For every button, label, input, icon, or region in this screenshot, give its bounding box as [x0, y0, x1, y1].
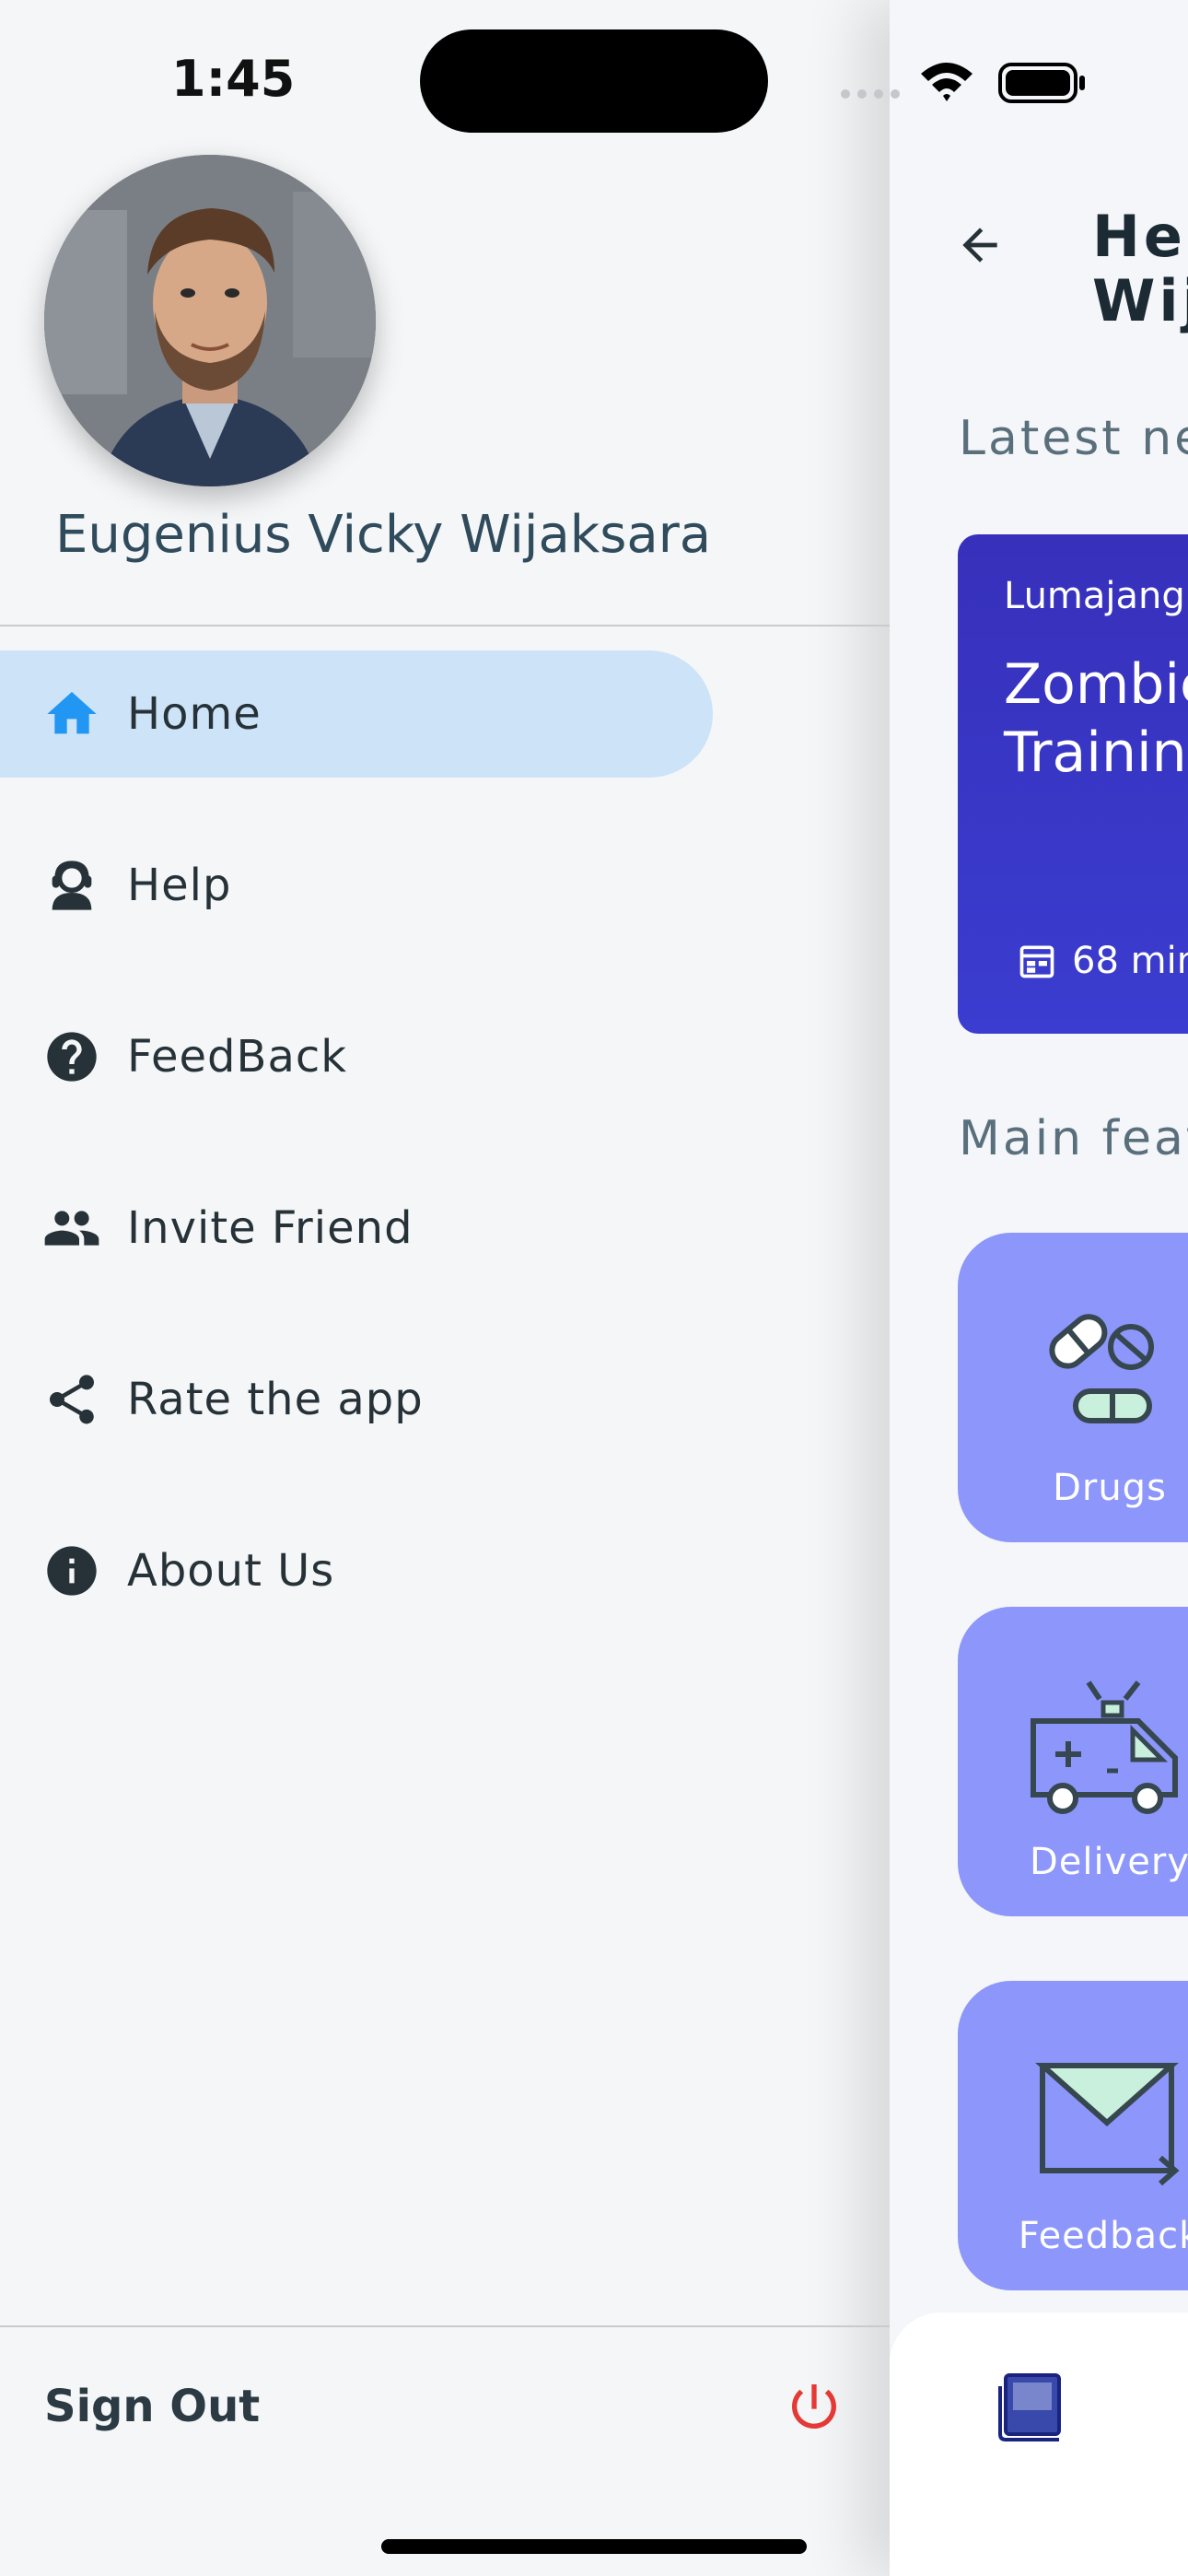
menu-label-home: Home [127, 688, 262, 740]
menu-item-feedback[interactable]: FeedBack [0, 993, 713, 1120]
help-circle-icon [47, 1032, 97, 1082]
navigation-drawer: Eugenius Vicky Wijaksara Home Help FeedB… [0, 0, 890, 2576]
menu-label-about-us: About Us [127, 1545, 335, 1597]
menu-label-invite-friend: Invite Friend [127, 1202, 413, 1254]
share-icon [50, 1375, 94, 1424]
home-indicator [381, 2539, 807, 2554]
menu-label-help: Help [127, 860, 232, 911]
drawer-divider-top [0, 625, 890, 626]
support-agent-icon [52, 861, 92, 910]
feature-card-delivery[interactable]: Delivery [958, 1607, 1188, 1916]
latest-news-heading: Latest ne [959, 411, 1188, 466]
feature-label-drugs: Drugs [1053, 1467, 1167, 1509]
calendar-icon [1019, 945, 1054, 978]
envelope-icon [1035, 2063, 1180, 2186]
bottom-navigation-bar [890, 2313, 1188, 2576]
battery-icon [998, 63, 1085, 103]
menu-item-help[interactable]: Help [0, 822, 713, 949]
news-meta: 68 min [1017, 940, 1188, 982]
menu-label-feedback: FeedBack [127, 1031, 348, 1083]
news-card[interactable]: Lumajang Zombie Training 68 min [958, 534, 1188, 1034]
main-features-heading: Main feat [959, 1111, 1188, 1166]
menu-item-rate-app[interactable]: Rate the app [0, 1336, 713, 1463]
user-name: Eugenius Vicky Wijaksara [55, 505, 712, 565]
home-screen: Hel Wij Latest ne Lumajang Zombie Traini… [890, 0, 1188, 2576]
feature-label-delivery: Delivery [1029, 1841, 1188, 1883]
feature-card-feedback[interactable]: Feedback [958, 1981, 1188, 2290]
menu-item-home[interactable]: Home [0, 650, 713, 778]
pills-icon [1049, 1314, 1154, 1423]
menu-label-rate-app: Rate the app [127, 1374, 424, 1425]
profile-photo [44, 155, 376, 486]
back-arrow-icon[interactable] [954, 219, 1006, 271]
news-tab-icon[interactable] [996, 2368, 1070, 2441]
news-source: Lumajang [1004, 575, 1185, 617]
menu-item-about-us[interactable]: About Us [0, 1507, 713, 1634]
ambulance-icon [1031, 1680, 1178, 1814]
people-icon [44, 1211, 99, 1246]
wifi-icon [921, 63, 973, 101]
info-icon [47, 1546, 97, 1596]
home-icon [47, 692, 97, 734]
news-read-time: 68 min [1072, 940, 1188, 982]
feature-label-feedback: Feedback [1018, 2215, 1188, 2257]
news-title: Zombie Training [1004, 652, 1188, 785]
sign-out-button[interactable]: Sign Out [44, 2381, 260, 2432]
menu-item-invite-friend[interactable]: Invite Friend [0, 1165, 713, 1292]
feature-card-drugs[interactable]: Drugs [958, 1233, 1188, 1542]
avatar[interactable] [44, 155, 376, 486]
power-icon[interactable] [785, 2377, 844, 2436]
greeting-title: Hel Wij [1092, 203, 1188, 334]
drawer-divider-bottom [0, 2325, 890, 2327]
